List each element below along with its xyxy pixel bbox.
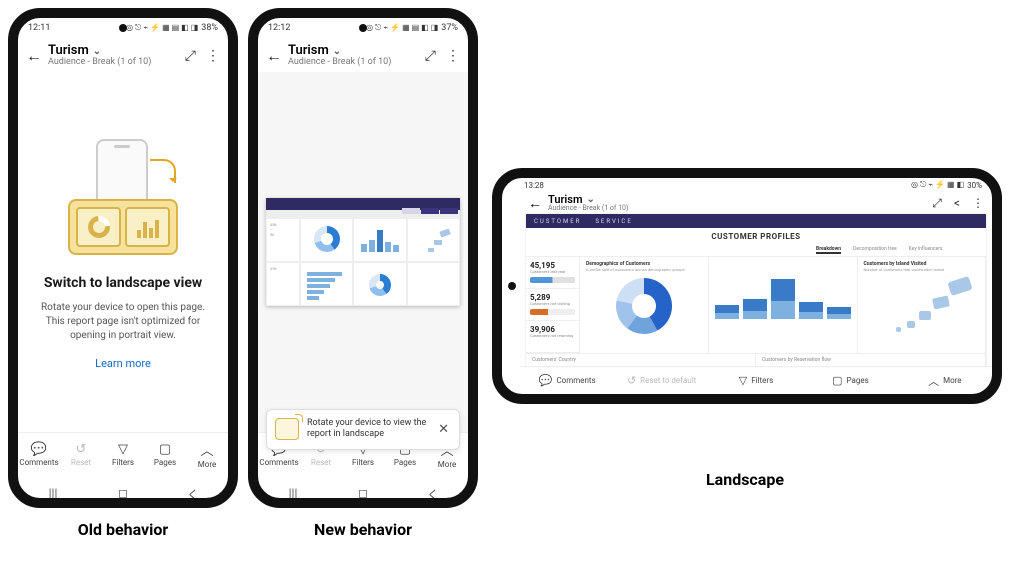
status-icons: ◎ ⎋ ⌁ ⚡ ▦ ▤ ◧ ◨ <box>366 23 438 33</box>
status-icons: ◎ ⎋ ⌁ ⚡ ▦ ▤ ◧ ◨ <box>126 23 198 33</box>
report-footer: Customers' CountryCustomers by Reservati… <box>526 353 986 366</box>
phone-new-behavior: 12:12 ◎ ⎋ ⌁ ⚡ ▦ ▤ ◧ ◨ 37% ← Turism ⌄ Aud… <box>248 8 478 508</box>
tool-reset: ↺Reset to default <box>614 367 708 394</box>
filter-icon: ▽ <box>739 374 747 387</box>
close-icon[interactable]: ✕ <box>436 422 451 437</box>
android-navbar: ||| ◻ く <box>18 476 228 498</box>
report-preview-area[interactable]: 45k—5k 39k <box>258 72 468 432</box>
subtab-keyinf[interactable]: Key influencers <box>909 246 943 254</box>
tool-comments[interactable]: 💬Comments <box>520 367 614 394</box>
tool-filters[interactable]: ▽Filters <box>102 433 144 476</box>
status-bar: 12:12 ◎ ⎋ ⌁ ⚡ ▦ ▤ ◧ ◨ 37% <box>258 18 468 38</box>
status-bar: 13:28 ◎ ⎋ ⌁ ⚡ ▦ ◧ 30% <box>520 178 992 192</box>
empty-heading: Switch to landscape view <box>44 275 202 291</box>
report-topnav: CUSTOMERSERVICE AUDIENCE BENEFIT TRENDS <box>526 214 986 228</box>
donut-chart <box>616 278 672 334</box>
tool-more[interactable]: ︿More <box>186 433 228 476</box>
caption-landscape: Landscape <box>706 470 784 489</box>
tool-filters[interactable]: ▽Filters <box>709 367 803 394</box>
bottom-toolbar: 💬Comments ↺Reset to default ▽Filters ▢Pa… <box>520 366 992 394</box>
comment-icon: 💬 <box>539 374 553 387</box>
reset-icon: ↺ <box>76 442 87 457</box>
header-subtitle: Audience - Break (1 of 10) <box>48 58 179 68</box>
chevron-up-icon: ︿ <box>928 373 939 389</box>
back-icon[interactable]: ← <box>266 46 282 66</box>
empty-body: Rotate your device to open this page. Th… <box>36 301 210 343</box>
back-icon[interactable]: ← <box>26 46 42 66</box>
reset-icon: ↺ <box>627 374 636 387</box>
nav-home[interactable]: ◻ <box>111 486 135 488</box>
clock: 12:12 <box>268 23 290 33</box>
more-icon[interactable]: ⋮ <box>446 48 460 64</box>
pages-icon: ▢ <box>832 374 842 387</box>
report-title: CUSTOMER PROFILES <box>711 232 800 241</box>
learn-more-link[interactable]: Learn more <box>95 357 151 370</box>
panel-bars[interactable] <box>709 257 858 353</box>
expand-icon[interactable]: ⤢ <box>425 48 436 64</box>
app-header: ← Turism ⌄ Audience - Break (1 of 10) ⤢ … <box>520 192 992 214</box>
subtab-decomp[interactable]: Decomposition tree <box>853 246 897 254</box>
comment-icon: 💬 <box>31 442 47 457</box>
app-header: ← Turism ⌄ Audience - Break (1 of 10) ⤢ … <box>18 38 228 72</box>
battery-percent: 38% <box>201 23 218 33</box>
bottom-toolbar: 💬Comments ↺Reset ▽Filters ▢Pages ︿More <box>18 432 228 476</box>
clock: 13:28 <box>524 181 544 190</box>
nav-back[interactable]: く <box>181 486 205 488</box>
chevron-up-icon: ︿ <box>200 440 213 459</box>
report-subtabs[interactable]: Breakdown Decomposition tree Key influen… <box>526 244 986 257</box>
panel-demographics[interactable]: Demographics of CustomersA profile split… <box>580 257 709 353</box>
status-bar: 12:11 ◎ ⎋ ⌁ ⚡ ▦ ▤ ◧ ◨ 38% <box>18 18 228 38</box>
rotate-illustration <box>58 135 188 255</box>
tool-pages[interactable]: ▢Pages <box>803 367 897 394</box>
phone-old-behavior: 12:11 ◎ ⎋ ⌁ ⚡ ▦ ▤ ◧ ◨ 38% ← Turism ⌄ Aud… <box>8 8 238 508</box>
bar-chart <box>715 271 851 319</box>
app-header: ← Turism ⌄ Audience - Break (1 of 10) ⤢ … <box>258 38 468 72</box>
chevron-down-icon[interactable]: ⌄ <box>93 46 101 57</box>
rotate-icon <box>275 418 299 440</box>
tool-comments[interactable]: 💬Comments <box>18 433 60 476</box>
empty-state: Switch to landscape view Rotate your dev… <box>18 72 228 432</box>
phone-landscape: 13:28 ◎ ⎋ ⌁ ⚡ ▦ ◧ 30% ← Turism ⌄ Audienc… <box>492 168 1002 404</box>
report-canvas[interactable]: CUSTOMERSERVICE AUDIENCE BENEFIT TRENDS … <box>526 214 986 366</box>
expand-icon[interactable]: ⤢ <box>185 48 196 64</box>
kpi-sidebar: 45,195Customers last year 5,289Customers… <box>526 257 580 353</box>
share-icon[interactable]: < <box>954 196 960 211</box>
kpi-1[interactable]: 45,195Customers last year <box>526 257 579 289</box>
chevron-down-icon[interactable]: ⌄ <box>587 195 595 205</box>
toast-text: Rotate your device to view the report in… <box>307 418 428 441</box>
status-icons: ◎ ⎋ ⌁ ⚡ ▦ ◧ <box>911 180 964 190</box>
kpi-2[interactable]: 5,289Customers not visiting <box>526 289 579 321</box>
tool-reset: ↺Reset <box>60 433 102 476</box>
subtab-breakdown[interactable]: Breakdown <box>816 246 841 254</box>
panel-map[interactable]: Customers by Island VisitedNumber of cus… <box>858 257 987 353</box>
chevron-down-icon[interactable]: ⌄ <box>333 46 341 57</box>
nav-recent[interactable]: ||| <box>41 486 65 488</box>
expand-icon[interactable]: ⤢ <box>932 196 942 211</box>
rotate-toast: Rotate your device to view the report in… <box>266 409 460 450</box>
nav-home[interactable]: ◻ <box>351 486 375 488</box>
nav-recent[interactable]: ||| <box>281 486 305 488</box>
filter-icon: ▽ <box>118 442 128 457</box>
pages-icon: ▢ <box>159 442 171 457</box>
battery-percent: 30% <box>967 181 982 190</box>
kpi-3[interactable]: 39,906Customers not returning <box>526 321 579 353</box>
header-subtitle: Audience - Break (1 of 10) <box>288 58 419 68</box>
caption-new: New behavior <box>314 520 412 539</box>
nav-back[interactable]: く <box>421 486 445 488</box>
header-subtitle: Audience - Break (1 of 10) <box>548 205 926 212</box>
back-icon[interactable]: ← <box>528 195 542 212</box>
more-icon[interactable]: ⋮ <box>972 196 984 211</box>
tool-more[interactable]: ︿More <box>898 367 992 394</box>
clock: 12:11 <box>28 23 50 33</box>
more-icon[interactable]: ⋮ <box>206 48 220 64</box>
battery-percent: 37% <box>441 23 458 33</box>
caption-old: Old behavior <box>78 520 169 539</box>
report-thumbnail: 45k—5k 39k <box>266 198 460 306</box>
tool-pages[interactable]: ▢Pages <box>144 433 186 476</box>
android-navbar: ||| ◻ く <box>258 476 468 498</box>
